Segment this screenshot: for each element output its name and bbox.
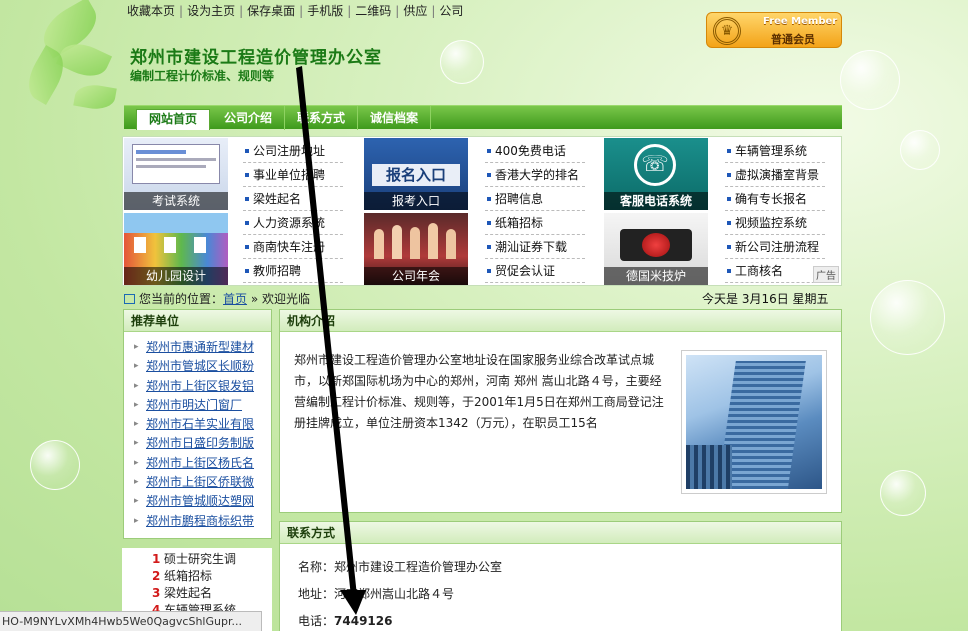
recommend-item[interactable]: 郑州市石羊实业有限	[124, 415, 271, 434]
top-link[interactable]: 设为主页	[187, 4, 235, 18]
ad-link[interactable]: 梁姓起名	[243, 187, 343, 211]
ad-link[interactable]: 商南快车注册	[243, 235, 343, 259]
contact-name: 郑州市建设工程造价管理办公室	[334, 560, 503, 574]
ad-links-col2: 400免费电话 香港大学的排名 招聘信息 纸箱招标 潮汕证券下载 贸促会认证	[485, 139, 585, 283]
recommend-item[interactable]: 郑州市管城区长顺粉	[124, 357, 271, 376]
breadcrumb-home-link[interactable]: 首页	[223, 292, 247, 306]
ad-link[interactable]: 400免费电话	[485, 139, 585, 163]
recommend-item[interactable]: 郑州市鹏程商标织带	[124, 512, 271, 531]
ad-link[interactable]: 人力资源系统	[243, 211, 343, 235]
top-link[interactable]: 公司	[439, 4, 463, 18]
bubble-decoration	[880, 470, 926, 516]
nav-about[interactable]: 公司介绍	[212, 106, 286, 130]
contact-addr-row: 地址：河南郑州嵩山北路４号	[298, 585, 454, 602]
member-badge-line1: Free Member	[763, 16, 838, 27]
contact-panel: 联系方式 名称：郑州市建设工程造价管理办公室 地址：河南郑州嵩山北路４号 电话：…	[279, 521, 842, 631]
hot-item[interactable]: 1 硕士研究生调	[122, 551, 272, 568]
breadcrumb-prefix: 您当前的位置：	[139, 292, 224, 306]
site-subtitle: 编制工程计价标准、规则等	[130, 69, 275, 83]
bubble-decoration	[900, 130, 940, 170]
contact-title: 联系方式	[280, 522, 841, 544]
ad-link[interactable]: 纸箱招标	[485, 211, 585, 235]
ad-link[interactable]: 教师招聘	[243, 259, 343, 283]
ad-thumb-exam[interactable]: 考试系统	[124, 138, 228, 210]
ad-link[interactable]: 香港大学的排名	[485, 163, 585, 187]
ad-link[interactable]: 新公司注册流程	[725, 235, 825, 259]
top-link[interactable]: 供应	[403, 4, 427, 18]
bubble-decoration	[440, 40, 484, 84]
top-link[interactable]: 保存桌面	[247, 4, 295, 18]
main-nav: 网站首页 公司介绍 联系方式 诚信档案	[124, 105, 842, 130]
ad-link[interactable]: 车辆管理系统	[725, 139, 825, 163]
bubble-decoration	[870, 280, 945, 355]
ad-link[interactable]: 事业单位招聘	[243, 163, 343, 187]
recommend-title: 推荐单位	[124, 310, 271, 332]
intro-text: 郑州市建设工程造价管理办公室地址设在国家服务业综合改革试点城市，以新郑国际机场为…	[294, 353, 664, 430]
ad-links-col1: 公司注册地址 事业单位招聘 梁姓起名 人力资源系统 商南快车注册 教师招聘	[243, 139, 343, 283]
bubble-decoration	[840, 50, 900, 110]
laurel-icon: ♛	[713, 17, 741, 45]
leaf-decoration	[73, 81, 117, 113]
contact-addr: 河南郑州嵩山北路４号	[334, 587, 455, 601]
ad-link[interactable]: 公司注册地址	[243, 139, 343, 163]
ad-link[interactable]: 虚拟演播室背景	[725, 163, 825, 187]
contact-addr-label: 地址：	[298, 587, 335, 601]
top-link[interactable]: 二维码	[355, 4, 391, 18]
member-badge[interactable]: ♛ Free Member 普通会员	[706, 12, 842, 48]
breadcrumb-sep: »	[250, 292, 259, 306]
contact-tel-label: 电话：	[298, 614, 335, 628]
breadcrumb-current: 欢迎光临	[262, 292, 311, 306]
member-badge-line2: 普通会员	[771, 33, 815, 46]
site-title: 郑州市建设工程造价管理办公室	[130, 48, 382, 68]
recommend-item[interactable]: 郑州市管城顺达塑网	[124, 492, 271, 511]
top-link[interactable]: 手机版	[307, 4, 343, 18]
ad-thumb-service-phone[interactable]: ☏ 客服电话系统	[604, 138, 708, 210]
recommend-item[interactable]: 郑州市上街区银发铝	[124, 377, 271, 396]
phone-icon: ☏	[634, 144, 676, 186]
status-bar-url: HO-M9NYLvXMh4Hwb5We0QagvcShlGupr...	[0, 611, 262, 631]
recommend-panel: 推荐单位 郑州市惠通新型建材 郑州市管城区长顺粉 郑州市上街区银发铝 郑州市明达…	[123, 309, 272, 539]
recommend-item[interactable]: 郑州市上街区侨联微	[124, 473, 271, 492]
intro-panel: 机构介绍 郑州市建设工程造价管理办公室地址设在国家服务业综合改革试点城市，以新郑…	[279, 309, 842, 513]
building-photo	[681, 350, 827, 494]
contact-tel-row: 电话：7449126	[298, 612, 392, 629]
top-link[interactable]: 收藏本页	[127, 4, 175, 18]
contact-tel: 7449126	[334, 614, 393, 628]
ad-links-col3: 车辆管理系统 虚拟演播室背景 确有专长报名 视频监控系统 新公司注册流程 工商核…	[725, 139, 825, 283]
top-links: 收藏本页 | 设为主页 | 保存桌面 | 手机版 | 二维码 | 供应 | 公司	[127, 4, 464, 18]
recommend-item[interactable]: 郑州市惠通新型建材	[124, 338, 271, 357]
nav-contact[interactable]: 联系方式	[285, 106, 359, 130]
contact-name-label: 名称：	[298, 560, 335, 574]
hot-item[interactable]: 3 梁姓起名	[122, 585, 272, 602]
intro-title: 机构介绍	[280, 310, 841, 332]
ad-thumb-register[interactable]: 报名入口 报考入口	[364, 138, 468, 210]
ad-thumb-annual-party[interactable]: 公司年会	[364, 213, 468, 285]
bubble-decoration	[30, 440, 80, 490]
home-icon	[124, 294, 135, 304]
nav-credit[interactable]: 诚信档案	[358, 106, 432, 130]
ad-thumb-induction-cooker[interactable]: 德国米技炉	[604, 213, 708, 285]
recommend-item[interactable]: 郑州市日盛印务制版	[124, 434, 271, 453]
ad-grid: 考试系统 报名入口 报考入口 ☏ 客服电话系统 幼儿园设计 公司年会 德国米技炉…	[122, 136, 842, 286]
recommend-item[interactable]: 郑州市明达门窗厂	[124, 396, 271, 415]
contact-name-row: 名称：郑州市建设工程造价管理办公室	[298, 558, 502, 575]
today-date: 今天是 3月16日 星期五	[702, 292, 829, 306]
ad-thumb-kindergarten[interactable]: 幼儿园设计	[124, 213, 228, 285]
ad-link[interactable]: 招聘信息	[485, 187, 585, 211]
ad-link[interactable]: 工商核名	[725, 259, 825, 283]
nav-home[interactable]: 网站首页	[136, 109, 211, 130]
recommend-item[interactable]: 郑州市上街区杨氏名	[124, 454, 271, 473]
ad-link[interactable]: 确有专长报名	[725, 187, 825, 211]
ad-link[interactable]: 视频监控系统	[725, 211, 825, 235]
ad-link[interactable]: 贸促会认证	[485, 259, 585, 283]
hot-item[interactable]: 2 纸箱招标	[122, 568, 272, 585]
breadcrumb: 您当前的位置：首页 » 欢迎光临	[124, 290, 310, 307]
ad-link[interactable]: 潮汕证券下载	[485, 235, 585, 259]
ad-tag: 广告	[813, 266, 839, 283]
